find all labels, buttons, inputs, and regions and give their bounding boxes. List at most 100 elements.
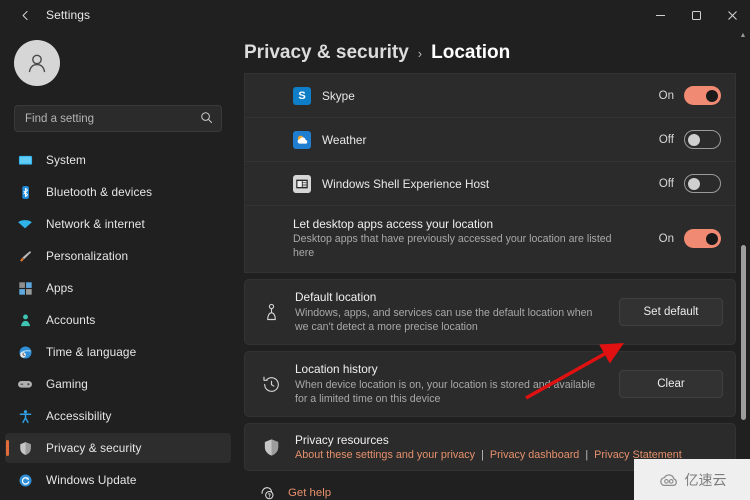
watermark: 亿速云 [634, 459, 750, 500]
clear-button[interactable]: Clear [619, 370, 723, 399]
close-icon [727, 10, 737, 20]
location-history-subtitle: When device location is on, your locatio… [295, 379, 596, 406]
sidebar-item-accessibility[interactable]: Accessibility [5, 401, 231, 431]
avatar-container [0, 34, 236, 86]
desktop-apps-subtitle: Desktop apps that have previously access… [293, 233, 612, 259]
app-row-skype[interactable]: S Skype On [245, 74, 735, 118]
scrollbar-thumb[interactable] [741, 245, 746, 420]
sidebar-item-apps[interactable]: Apps [5, 273, 231, 303]
accessibility-icon [16, 407, 34, 425]
clock-globe-icon [16, 343, 34, 361]
app-name: Windows Shell Experience Host [322, 176, 490, 191]
app-name: Weather [322, 132, 367, 147]
back-arrow-icon [22, 10, 28, 20]
back-button[interactable] [8, 2, 42, 28]
sidebar-item-time-language[interactable]: Time & language [5, 337, 231, 367]
maximize-button[interactable] [678, 0, 714, 30]
app-location-toggle[interactable] [684, 174, 721, 193]
app-row-windows-shell-experience-host[interactable]: Windows Shell Experience Host Off [245, 162, 735, 206]
desktop-apps-toggle[interactable] [684, 229, 721, 249]
app-location-toggle[interactable] [684, 130, 721, 149]
shell-host-icon [293, 174, 311, 193]
apps-icon [16, 279, 34, 297]
default-location-subtitle: Windows, apps, and services can use the … [295, 306, 593, 334]
skype-icon: S [293, 86, 311, 105]
window-body: System Bluetooth & devices [0, 30, 750, 500]
gamepad-icon [16, 375, 34, 393]
search-icon [200, 111, 213, 126]
desktop-apps-toggle-group: On [658, 229, 721, 249]
sidebar-item-label: System [46, 153, 86, 167]
app-permission-list: S Skype On Weather Off Windows Shell Exp… [244, 73, 736, 273]
link-privacy-dashboard[interactable]: Privacy dashboard [490, 449, 579, 461]
page-title: Location [431, 42, 511, 63]
app-name: Skype [322, 88, 355, 103]
sidebar-item-label: Accessibility [46, 409, 112, 423]
update-icon [16, 471, 34, 489]
history-clock-icon [259, 374, 283, 395]
sidebar: System Bluetooth & devices [0, 30, 236, 500]
toggle-state-label: Off [658, 177, 674, 190]
shield-icon [259, 438, 283, 457]
app-toggle-group: On [659, 86, 721, 105]
desktop-apps-row[interactable]: Let desktop apps access your location De… [245, 206, 735, 272]
sidebar-item-personalization[interactable]: Personalization [5, 241, 231, 271]
get-help-label: Get help [288, 487, 332, 500]
privacy-resources-texts: Privacy resources About these settings a… [295, 433, 723, 461]
breadcrumb: Privacy & security › Location [236, 30, 750, 64]
window-controls [642, 0, 750, 30]
sidebar-item-label: Apps [46, 281, 74, 295]
app-toggle-group: Off [659, 130, 721, 149]
shield-icon [16, 439, 34, 457]
set-default-button[interactable]: Set default [619, 298, 723, 327]
toggle-state-label: On [658, 232, 674, 245]
sidebar-item-windows-update[interactable]: Windows Update [5, 465, 231, 495]
minimize-icon [655, 14, 665, 16]
link-about-settings-privacy[interactable]: About these settings and your privacy [295, 449, 475, 461]
sidebar-item-privacy-security[interactable]: Privacy & security [5, 433, 231, 463]
minimize-button[interactable] [642, 0, 678, 30]
location-history-row: Location history When device location is… [245, 352, 735, 416]
sidebar-item-accounts[interactable]: Accounts [5, 305, 231, 335]
settings-window: Settings Find a setting System Bluetooth… [0, 0, 750, 500]
app-row-weather[interactable]: Weather Off [245, 118, 735, 162]
system-icon [16, 151, 34, 169]
network-icon [16, 215, 34, 233]
sidebar-item-bluetooth-devices[interactable]: Bluetooth & devices [5, 177, 231, 207]
toggle-state-label: On [658, 89, 674, 102]
close-button[interactable] [714, 0, 750, 30]
sidebar-item-network-internet[interactable]: Network & internet [5, 209, 231, 239]
avatar[interactable] [14, 40, 60, 86]
weather-icon [293, 130, 311, 149]
link-separator: | [585, 449, 589, 462]
app-location-toggle[interactable] [684, 86, 721, 105]
chevron-right-icon: › [417, 46, 423, 61]
desktop-apps-texts: Let desktop apps access your location De… [293, 217, 623, 261]
sidebar-item-label: Gaming [46, 377, 88, 391]
privacy-resources-title: Privacy resources [295, 433, 389, 448]
sidebar-item-system[interactable]: System [5, 145, 231, 175]
scrollbar[interactable]: ▲ [738, 30, 748, 500]
sidebar-item-gaming[interactable]: Gaming [5, 369, 231, 399]
maximize-icon [691, 10, 701, 20]
person-avatar-icon [28, 54, 46, 73]
default-location-card: Default location Windows, apps, and serv… [244, 278, 736, 346]
toggle-state-label: Off [658, 133, 674, 146]
settings-scroll-area: S Skype On Weather Off Windows Shell Exp… [236, 73, 750, 500]
help-icon [258, 485, 276, 500]
sidebar-item-label: Bluetooth & devices [46, 185, 153, 199]
cloud-icon [659, 473, 677, 486]
sidebar-item-label: Privacy & security [46, 441, 142, 455]
search-box[interactable] [14, 105, 222, 132]
scroll-up-arrow-icon[interactable]: ▲ [738, 30, 748, 40]
location-history-title: Location history [295, 362, 378, 377]
breadcrumb-parent[interactable]: Privacy & security [244, 42, 409, 64]
sidebar-item-label: Network & internet [46, 217, 145, 231]
search-input[interactable] [25, 112, 200, 125]
default-location-row: Default location Windows, apps, and serv… [245, 280, 735, 344]
sidebar-item-label: Time & language [46, 345, 137, 359]
bluetooth-icon [16, 183, 34, 201]
location-history-card: Location history When device location is… [244, 351, 736, 418]
paintbrush-icon [16, 247, 34, 265]
default-location-title: Default location [295, 289, 377, 304]
